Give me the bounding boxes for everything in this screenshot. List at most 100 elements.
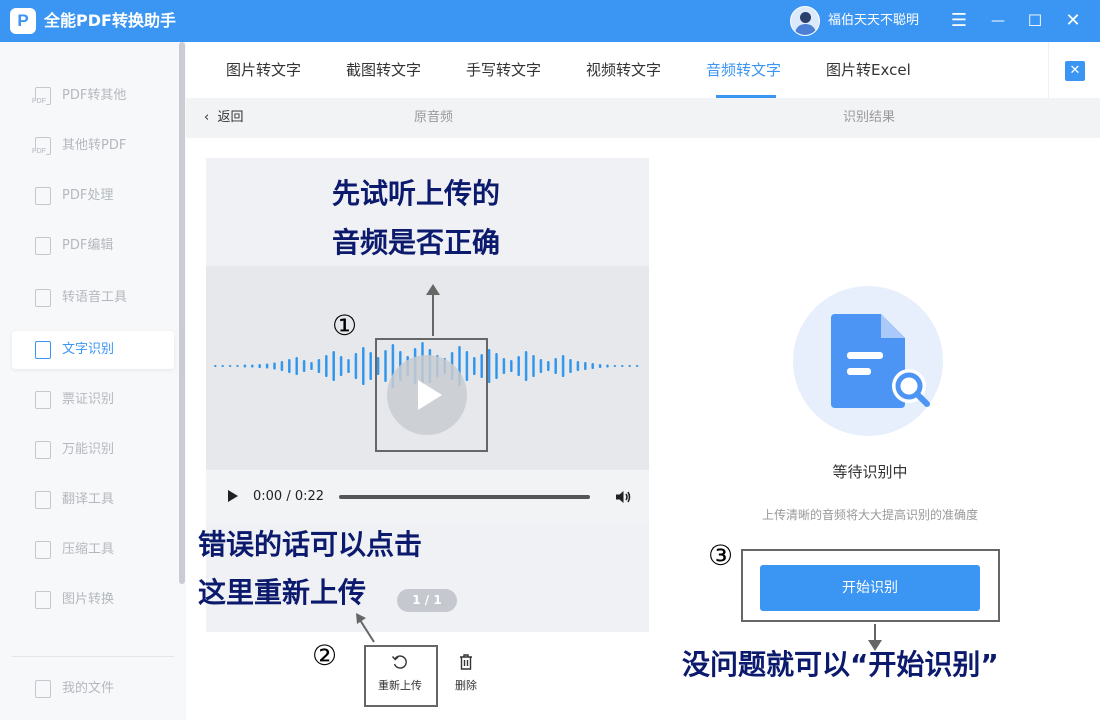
sidebar-item-tts[interactable]: 转语音工具	[12, 279, 174, 317]
waveform-bar	[510, 360, 513, 372]
user-avatar[interactable]	[790, 6, 820, 36]
sidebar-item-label: PDF处理	[62, 188, 114, 203]
maximize-icon[interactable]: ☐	[1022, 8, 1048, 34]
waveform-bar	[258, 364, 261, 368]
text-to-speech-icon	[35, 289, 51, 307]
sidebar-item-label: 文字识别	[62, 342, 115, 357]
sidebar-item-label: 其他转PDF	[62, 138, 127, 153]
sidebar-item-label: PDF转其他	[62, 88, 127, 103]
annotation-top-line1: 先试听上传的	[332, 177, 501, 210]
image-convert-icon	[35, 591, 51, 609]
minimize-icon[interactable]: —	[985, 8, 1011, 34]
result-placeholder-circle	[793, 286, 943, 436]
waveform-bar	[265, 363, 269, 369]
sidebar-item-pdf-process[interactable]: PDF处理	[12, 177, 174, 215]
title-bar: P 全能PDF转换助手 福伯天天不聪明 ☰ — ☐ ✕	[0, 0, 1100, 42]
waveform-bar	[554, 358, 557, 374]
sidebar-item-compress[interactable]: 压缩工具	[12, 531, 174, 569]
annotation-number-1: ①	[332, 309, 358, 342]
waveform-bar	[539, 359, 543, 373]
universal-ocr-icon	[35, 441, 51, 459]
sidebar-item-label: 转语音工具	[62, 290, 128, 305]
sidebar-item-my-files[interactable]: 我的文件	[12, 670, 174, 708]
sub-header: ‹ 返回 原音频 识别结果	[186, 98, 1100, 138]
waveform-bar	[584, 362, 587, 370]
waveform-bar	[547, 361, 550, 371]
sidebar-item-label: 票证识别	[62, 392, 115, 407]
menu-icon[interactable]: ☰	[946, 8, 972, 34]
waveform-bar	[561, 355, 565, 377]
sidebar-divider	[12, 656, 174, 657]
sidebar-item-label: 翻译工具	[62, 492, 115, 507]
ocr-icon	[35, 341, 51, 359]
annotation-right-text: 没问题就可以“开始识别”	[682, 648, 999, 681]
tab-audio-to-text[interactable]: 音频转文字	[706, 60, 781, 80]
waveform-bar	[288, 359, 291, 373]
annotation-left-line2: 这里重新上传	[198, 576, 367, 609]
tab-handwriting-to-text[interactable]: 手写转文字	[466, 60, 541, 80]
audio-player: 0:00 / 0:22	[206, 470, 649, 524]
sidebar-item-universal-ocr[interactable]: 万能识别	[12, 431, 174, 469]
waveform-bar	[339, 356, 343, 376]
app-logo-icon: P	[10, 8, 36, 34]
waveform-bar	[495, 353, 498, 379]
annotation-arrowhead-up	[426, 284, 440, 295]
pdf-import-icon: PDF	[32, 137, 51, 156]
sidebar-item-pdf-edit[interactable]: PDF编辑	[12, 227, 174, 265]
waveform-bar	[502, 358, 506, 374]
sidebar-item-other-to-pdf[interactable]: PDF 其他转PDF	[12, 127, 174, 165]
tab-video-to-text[interactable]: 视频转文字	[586, 60, 661, 80]
player-progress-bar[interactable]	[339, 495, 590, 499]
sidebar-item-image-convert[interactable]: 图片转换	[12, 581, 174, 619]
sidebar-item-label: 万能识别	[62, 442, 115, 457]
waveform-bar	[635, 365, 639, 367]
waveform-bar	[628, 365, 631, 367]
username[interactable]: 福伯天天不聪明	[828, 12, 919, 30]
annotation-box-start	[741, 549, 1000, 622]
waveform-bar	[310, 362, 313, 370]
waveform-bar	[332, 351, 335, 381]
annotation-box-play	[375, 338, 488, 452]
tab-image-to-text[interactable]: 图片转文字	[226, 60, 301, 80]
delete-button[interactable]: 删除	[446, 652, 486, 693]
close-panel: ✕	[1048, 42, 1100, 98]
annotation-box-reupload	[364, 645, 438, 707]
waveform-bar	[362, 347, 365, 385]
waveform-bar	[273, 362, 276, 370]
waveform-bar	[517, 356, 520, 376]
annotation-top-line2: 音频是否正确	[332, 226, 501, 259]
waveform-bar	[487, 349, 491, 383]
back-button[interactable]: ‹ 返回	[204, 109, 243, 127]
delete-label: 删除	[455, 679, 477, 692]
waveform-bar	[347, 359, 350, 373]
volume-icon[interactable]	[614, 488, 632, 506]
annotation-left-line1: 错误的话可以点击	[198, 528, 423, 561]
close-window-icon[interactable]: ✕	[1060, 8, 1086, 34]
close-icon[interactable]: ✕	[1065, 61, 1085, 81]
sidebar-item-label: 图片转换	[62, 592, 115, 607]
player-play-icon[interactable]	[228, 490, 238, 502]
my-files-icon	[35, 680, 51, 698]
sidebar-item-translate[interactable]: 翻译工具	[12, 481, 174, 519]
tab-image-to-excel[interactable]: 图片转Excel	[826, 60, 911, 80]
waveform-bar	[251, 364, 254, 368]
pdf-process-icon	[35, 187, 51, 205]
waveform-bar	[243, 364, 247, 368]
annotation-number-3: ③	[708, 539, 734, 572]
pdf-export-icon: PDF	[32, 87, 51, 106]
waveform-bar	[576, 361, 580, 371]
sidebar-item-ocr[interactable]: 文字识别	[12, 331, 174, 369]
player-time: 0:00 / 0:22	[253, 489, 325, 504]
back-label: 返回	[217, 110, 244, 125]
sidebar-item-pdf-to-other[interactable]: PDF PDF转其他	[12, 77, 174, 115]
ticket-ocr-icon	[35, 391, 51, 409]
sidebar-item-ticket-ocr[interactable]: 票证识别	[12, 381, 174, 419]
tab-screenshot-to-text[interactable]: 截图转文字	[346, 60, 421, 80]
page-indicator: 1 / 1	[397, 589, 457, 612]
annotation-arrow-up	[432, 292, 434, 336]
sidebar-item-label: 我的文件	[62, 681, 115, 696]
annotation-number-2: ②	[312, 639, 338, 672]
waveform-bar	[598, 364, 602, 368]
trash-icon	[460, 654, 472, 670]
sidebar-scrollbar[interactable]	[179, 42, 185, 584]
